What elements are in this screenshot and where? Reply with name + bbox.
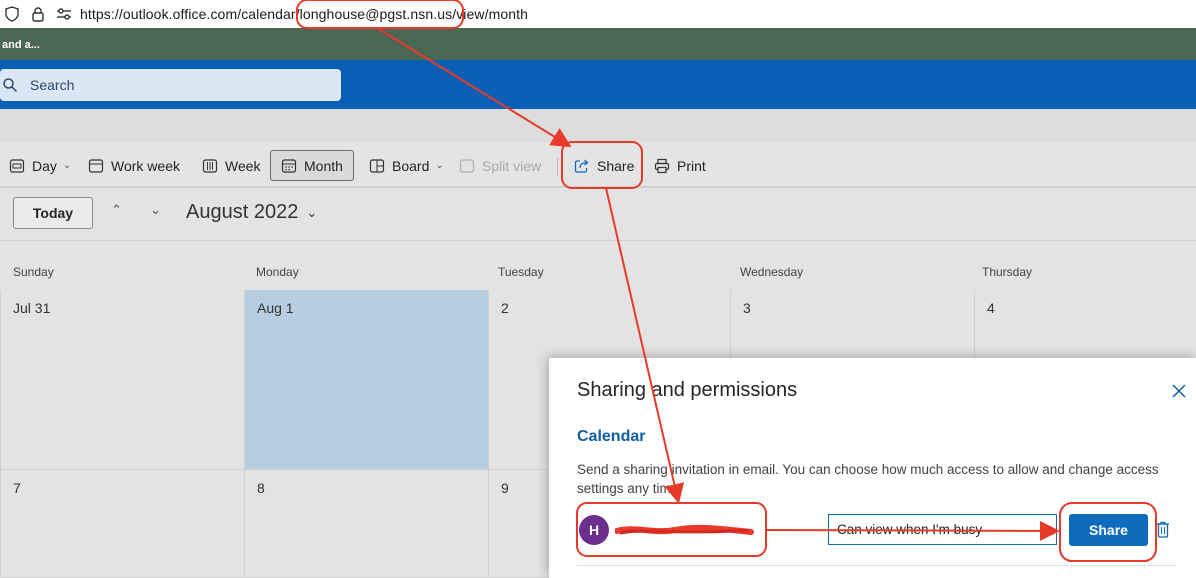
trash-icon[interactable] [1156,521,1170,538]
day-cell[interactable]: 8 [244,470,488,578]
app-header: Search [0,60,1196,109]
board-view-button[interactable]: Board ⌄ [369,150,444,181]
search-icon [2,77,18,93]
board-icon [369,158,385,174]
split-view-label: Split view [482,157,542,174]
notification-banner: and a... [0,28,1196,60]
chevron-down-icon: ⌄ [306,204,318,220]
weekday-label: Tuesday [498,265,544,279]
month-title: August 2022 [186,201,299,223]
week-icon [202,158,218,174]
recipient-name-redacted[interactable] [614,522,755,538]
week-view-button[interactable]: Week [202,150,261,181]
day-cell[interactable]: 7 [0,470,244,578]
weekday-label: Wednesday [740,265,804,279]
day-view-button[interactable]: Day ⌄ [9,150,71,181]
close-icon[interactable] [1171,383,1187,399]
day-number: 2 [501,300,509,316]
day-cell[interactable]: Jul 31 [0,290,244,470]
chevron-right-icon: › [1044,523,1048,535]
day-number: 7 [13,480,21,496]
dialog-title: Sharing and permissions [577,379,798,401]
month-view-button[interactable]: Month [270,150,354,181]
split-view-button: Split view [459,150,541,181]
lock-icon [30,6,46,22]
previous-month-icon[interactable]: ⌃ [111,202,122,218]
day-number: 3 [743,300,751,316]
permission-value: Can view when I'm busy [837,522,983,537]
toolbar-divider [557,158,558,176]
day-cell-today[interactable]: Aug 1 [244,290,488,470]
calendar-section-heading: Calendar [577,428,646,445]
day-icon [9,158,25,174]
share-calendar-button[interactable]: Share [574,150,634,181]
day-label: Day [32,157,57,174]
chevron-down-icon: ⌄ [435,160,444,171]
day-number: 4 [987,300,995,316]
week-label: Week [225,157,261,174]
share-label: Share [597,157,635,174]
print-button[interactable]: Print [654,150,706,181]
avatar: H [579,515,609,545]
sharing-description: Send a sharing invitation in email. You … [577,462,1159,496]
ribbon-tabs-area [0,109,1196,142]
weekday-header: Sunday Monday Tuesday Wednesday Thursday [0,240,1196,290]
share-icon [574,158,590,174]
view-toolbar: Day ⌄ Work week Week Month Board ⌄ Split… [0,142,1196,188]
shield-icon [4,6,20,22]
chevron-down-icon: ⌄ [62,160,72,171]
browser-url-bar[interactable]: https://outlook.office.com/calendar/long… [0,0,1196,28]
weekday-label: Monday [256,265,299,279]
today-button[interactable]: Today [13,197,93,229]
search-placeholder: Search [30,77,75,93]
split-view-icon [459,158,475,174]
next-month-icon[interactable]: ⌄ [150,202,161,218]
board-label: Board [392,157,430,174]
sharing-permissions-dialog: Sharing and permissions Calendar Send a … [549,358,1196,578]
printer-icon [654,158,670,174]
url-text[interactable]: https://outlook.office.com/calendar/long… [80,6,528,22]
banner-text: and a... [2,39,40,51]
work-week-label: Work week [111,157,180,174]
day-number: Jul 31 [13,300,51,316]
month-icon [281,158,297,174]
work-week-view-button[interactable]: Work week [88,150,180,181]
day-number: 8 [257,480,265,496]
day-number: Aug 1 [257,300,294,316]
dialog-divider [577,565,1177,566]
search-box[interactable]: Search [0,69,341,101]
permission-select[interactable]: Can view when I'm busy › [828,514,1057,545]
weekday-label: Sunday [13,265,54,279]
month-picker[interactable]: August 2022 ⌄ [186,201,317,224]
site-settings-icon[interactable] [56,6,72,22]
print-label: Print [677,157,706,174]
month-label: Month [304,157,343,174]
weekday-label: Thursday [982,265,1033,279]
calendar-nav-row: Today ⌃ ⌄ August 2022 ⌄ [0,188,1196,240]
share-button[interactable]: Share [1069,514,1148,546]
day-number: 9 [501,480,509,496]
work-week-icon [88,158,104,174]
